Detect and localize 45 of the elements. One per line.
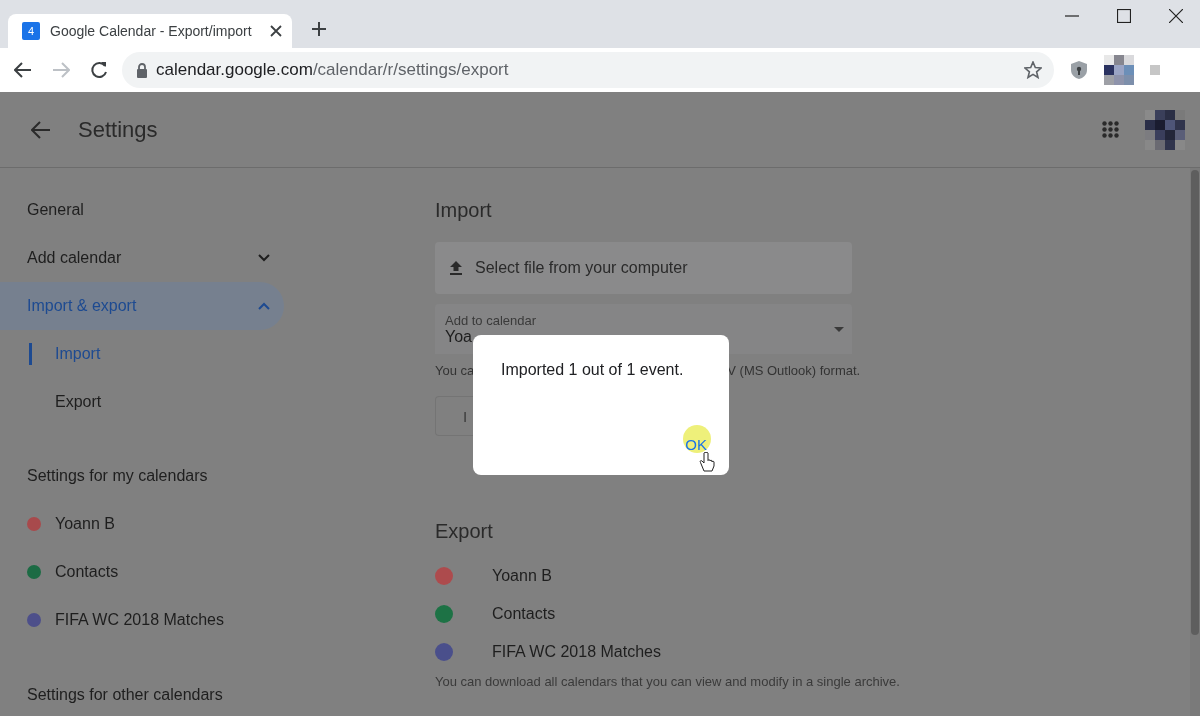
export-note: You can download all calendars that you can view and modify in a single archive. [435,674,901,690]
back-arrow-icon[interactable] [14,62,32,78]
apps-grid-icon[interactable] [1102,121,1119,138]
sidebar-item[interactable]: Add calendar [0,234,284,282]
lock-icon [136,62,148,78]
maximize-icon[interactable] [1117,9,1131,23]
calendar-favicon: 4 [22,22,40,40]
hint-text: You ca [435,364,475,378]
star-icon[interactable] [1024,61,1042,79]
calendar-name[interactable]: Contacts [55,563,119,581]
tab-title: Google Calendar - Export/import [50,23,253,39]
upload-icon [449,260,463,276]
close-icon[interactable] [270,25,282,37]
avatar-icon[interactable] [1145,109,1185,150]
calendar-name[interactable]: FIFA WC 2018 Matches [55,611,224,629]
section-heading: Export [435,519,494,543]
section-heading: Settings for my calendars [26,466,209,486]
sidebar-subitem[interactable]: Export [0,378,284,426]
browser-tab[interactable]: 4 Google Calendar - Export/import [8,14,292,48]
dropdown-caret-icon [834,327,844,332]
pointer-cursor-icon [699,452,715,472]
selection-bar [29,343,32,365]
reload-icon[interactable] [90,61,108,79]
shield-icon[interactable] [1070,60,1088,80]
calendar-name[interactable]: FIFA WC 2018 Matches [492,643,661,661]
sidebar-item[interactable]: General [0,186,284,234]
cursor-highlight [683,425,711,453]
sidebar-subitem[interactable]: Import [0,330,284,378]
close-icon[interactable] [1169,9,1183,23]
scrollbar[interactable] [1190,168,1200,716]
dialog-message: Imported 1 out of 1 event. [501,361,685,379]
address-bar[interactable]: calendar.google.com/calendar/r/settings/export [122,52,1054,88]
avatar-icon[interactable] [1104,55,1134,85]
url-text: calendar.google.com/calendar/r/settings/export [156,60,510,80]
plus-icon[interactable] [312,22,326,36]
section-heading: Import [435,198,493,222]
sidebar-item[interactable]: Import & export [0,282,284,330]
select-file-button[interactable]: Select file from your computer [435,242,852,294]
page-title: Settings [78,116,159,143]
calendar-name[interactable]: Contacts [492,605,556,623]
calendar-name[interactable]: Yoann B [55,515,115,533]
ok-button[interactable]: OK [677,430,715,459]
section-heading: Settings for other calendars [26,685,224,705]
calendar-name[interactable]: Yoann B [492,567,552,585]
chevron-down-icon[interactable] [258,254,270,262]
